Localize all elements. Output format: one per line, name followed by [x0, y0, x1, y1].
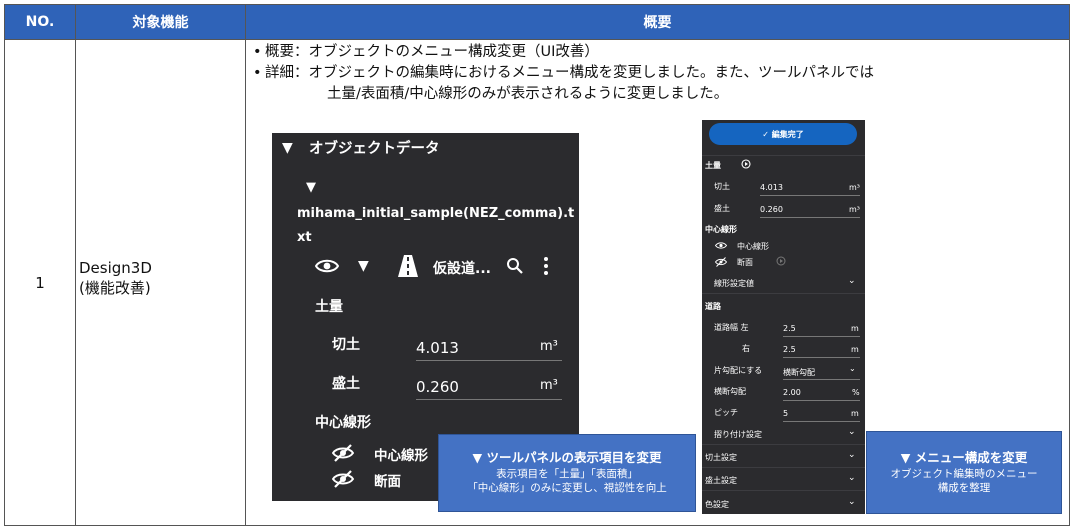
one-side-slope-select[interactable]: 横断勾配 — [783, 367, 815, 378]
visibility-off-icon[interactable] — [332, 444, 354, 462]
road-width-left-underline — [783, 336, 860, 337]
object-data-heading: オブジェクトデータ — [309, 141, 440, 157]
more-vert-icon[interactable] — [542, 255, 550, 277]
centerline-heading: 中心線形 — [705, 225, 737, 234]
color-settings[interactable]: 色設定 — [705, 499, 729, 510]
function-cell: Design3D (機能改善) — [79, 258, 152, 298]
dropdown-arrow-icon[interactable]: ⌄ — [849, 364, 856, 373]
cut-label: 切土 — [714, 182, 730, 191]
callout-title: ▼ ツールパネルの表示項目を変更 — [472, 450, 662, 465]
fill-unit: m³ — [540, 378, 558, 393]
fill-unit: m³ — [849, 205, 860, 214]
road-icon — [398, 255, 418, 277]
cut-unit: m³ — [849, 183, 860, 192]
road-width-right-value[interactable]: 2.5 — [783, 345, 796, 354]
chevron-down-icon[interactable]: ⌄ — [848, 427, 856, 437]
overview-text: • 概要：オブジェクトのメニュー構成変更（UI改善） • 詳細：オブジェクトの編集時… — [253, 42, 874, 105]
cut-label: 切土 — [332, 337, 360, 353]
column-divider — [245, 5, 246, 525]
function-name: Design3D — [79, 259, 152, 277]
fill-input-underline — [760, 217, 860, 218]
detail-line-continued: 土量/表面積/中心線形のみが表示されるように変更しました。 — [327, 86, 729, 102]
cross-slope-label: 横断勾配 — [714, 387, 746, 396]
road-width-right-label: 右 — [742, 344, 750, 353]
attach-settings[interactable]: 摺り付け設定 — [714, 429, 762, 440]
pitch-underline — [783, 421, 860, 422]
pitch-unit: m — [851, 409, 859, 418]
eye-icon[interactable] — [715, 241, 727, 250]
volume-heading: 土量 — [705, 161, 721, 170]
layer-expand-triangle-icon[interactable]: ▼ — [358, 258, 369, 274]
one-side-slope-underline — [783, 379, 860, 380]
callout-body-line2: 構成を整理 — [937, 482, 991, 494]
edit-menu-screenshot: ✓ 編集完了 土量 切土 4.013 m³ 盛土 0.260 m³ 中心線形 中… — [702, 120, 865, 514]
callout-body-line1: 表示項目を「土量」「表面積」 — [496, 468, 638, 480]
cut-value[interactable]: 4.013 — [416, 339, 459, 357]
road-width-right-underline — [783, 357, 860, 358]
cross-slope-underline — [783, 400, 860, 401]
edit-done-button[interactable]: ✓ 編集完了 — [709, 123, 857, 145]
section-item: 断面 — [737, 258, 753, 267]
section-item: 断面 — [374, 474, 401, 490]
fill-settings[interactable]: 盛土設定 — [705, 475, 737, 486]
header-divider — [5, 39, 1069, 40]
fill-input-underline — [416, 399, 562, 400]
chevron-down-icon[interactable]: ⌄ — [848, 450, 856, 460]
road-width-left-value[interactable]: 2.5 — [783, 324, 796, 333]
play-circle-icon[interactable] — [741, 159, 751, 169]
pitch-label: ピッチ — [714, 408, 738, 417]
visibility-off-icon[interactable] — [715, 257, 727, 267]
fill-label: 盛土 — [714, 204, 730, 213]
play-circle-disabled-icon — [776, 256, 786, 266]
file-name-line2: xt — [297, 230, 312, 245]
centerline-item: 中心線形 — [374, 448, 428, 464]
file-name-line1: mihama_initial_sample(NEZ_comma).t — [297, 206, 575, 221]
row-number: 1 — [35, 273, 45, 292]
summary-line: 概要：オブジェクトのメニュー構成変更（UI改善） — [265, 44, 599, 60]
road-heading: 道路 — [705, 302, 721, 311]
road-width-left-unit: m — [851, 324, 859, 333]
cross-slope-value[interactable]: 2.00 — [783, 388, 801, 397]
header-function: 対象機能 — [76, 5, 245, 39]
layer-name: 仮設道... — [433, 261, 491, 277]
fill-label: 盛土 — [332, 376, 360, 392]
alignment-settings[interactable]: 線形設定値 — [714, 278, 754, 289]
visibility-off-icon[interactable] — [332, 470, 354, 488]
bullet: • — [253, 44, 262, 60]
cut-input-underline — [760, 195, 860, 196]
cut-input-underline — [416, 360, 562, 361]
volume-section-title: 土量 — [315, 299, 343, 315]
eye-icon[interactable] — [315, 257, 339, 275]
chevron-down-icon[interactable]: ⌄ — [848, 497, 856, 507]
cut-value[interactable]: 4.013 — [760, 183, 783, 192]
pitch-value[interactable]: 5 — [783, 409, 788, 418]
cut-unit: m³ — [540, 339, 558, 354]
fill-value[interactable]: 0.260 — [760, 205, 783, 214]
road-width-right-unit: m — [851, 345, 859, 354]
chevron-down-icon[interactable]: ⌄ — [848, 473, 856, 483]
expand-triangle-icon[interactable]: ▼ — [306, 180, 316, 195]
chevron-down-icon[interactable]: ⌄ — [848, 276, 856, 286]
function-type: (機能改善) — [79, 279, 151, 297]
header-no: NO. — [5, 5, 75, 39]
road-width-label: 道路幅 左 — [714, 323, 749, 332]
fill-value[interactable]: 0.260 — [416, 378, 459, 396]
centerline-item: 中心線形 — [737, 242, 769, 251]
centerline-section-title: 中心線形 — [315, 415, 371, 431]
detail-line: 詳細：オブジェクトの編集時におけるメニュー構成を変更しました。また、ツールパネル… — [265, 65, 874, 81]
callout-title: ▼ メニュー構成を変更 — [900, 450, 1028, 465]
callout-body-line2: 「中心線形」のみに変更し、視認性を向上 — [467, 482, 667, 494]
callout-menu-structure: ▼ メニュー構成を変更 オブジェクト編集時のメニュー 構成を整理 — [866, 431, 1062, 514]
callout-tool-panel: ▼ ツールパネルの表示項目を変更 表示項目を「土量」「表面積」 「中心線形」のみ… — [438, 434, 696, 512]
bullet: • — [253, 65, 262, 81]
one-side-slope-label: 片勾配にする — [714, 366, 763, 375]
cross-slope-unit: % — [852, 388, 860, 397]
callout-body-line1: オブジェクト編集時のメニュー — [890, 468, 1038, 480]
cut-settings[interactable]: 切土設定 — [705, 452, 737, 463]
search-icon[interactable] — [506, 257, 524, 275]
column-divider — [75, 5, 76, 525]
header-overview: 概要 — [246, 5, 1069, 39]
collapse-triangle-icon[interactable]: ▼ — [282, 140, 293, 156]
